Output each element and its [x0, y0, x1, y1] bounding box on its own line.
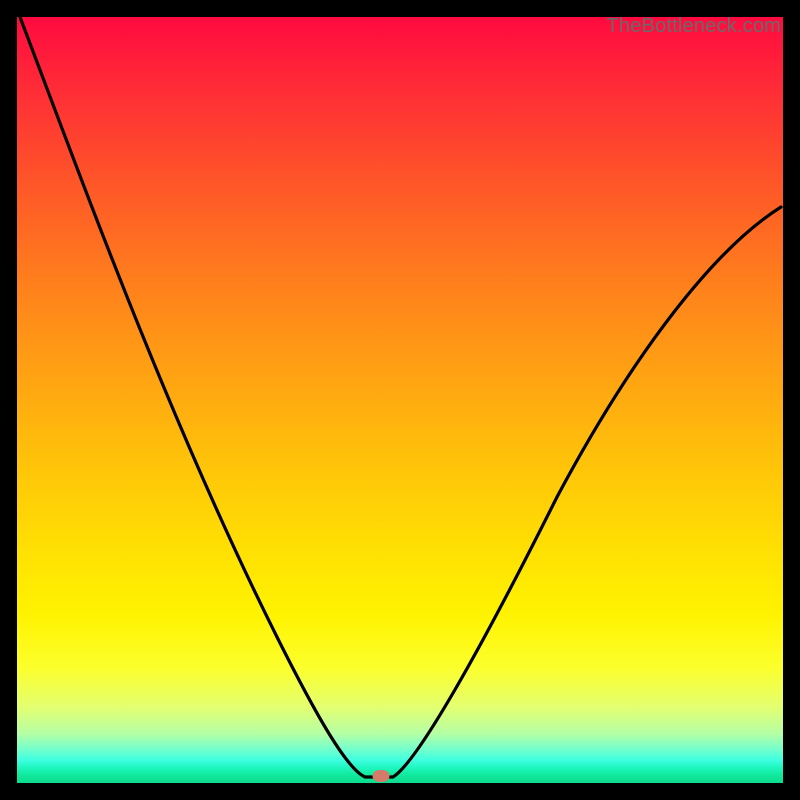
plot-area: TheBottleneck.com: [17, 17, 783, 783]
optimal-point-marker: [372, 770, 389, 782]
curve-path: [20, 17, 781, 777]
chart-frame: TheBottleneck.com: [0, 0, 800, 800]
bottleneck-curve: [17, 17, 783, 783]
watermark-text: TheBottleneck.com: [606, 15, 781, 38]
